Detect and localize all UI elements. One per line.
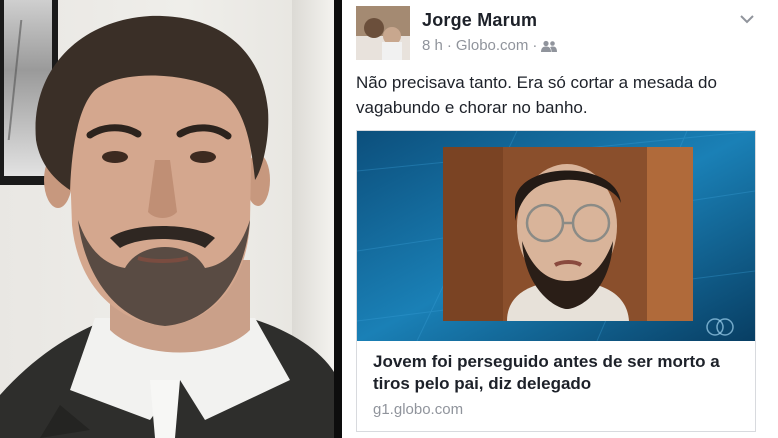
link-preview-image[interactable] (357, 131, 755, 341)
meta-separator: · (446, 37, 452, 54)
chevron-down-icon[interactable] (738, 10, 756, 28)
meta-separator-2: · (532, 37, 538, 54)
left-photo (0, 0, 334, 438)
post-source[interactable]: Globo.com (456, 37, 529, 54)
author-avatar[interactable] (356, 6, 410, 60)
link-title[interactable]: Jovem foi perseguido antes de ser morto … (373, 351, 743, 395)
author-name[interactable]: Jorge Marum (422, 10, 537, 31)
post-text: Não precisava tanto. Era só cortar a mes… (356, 73, 717, 117)
friends-icon (541, 40, 558, 52)
link-preview-card[interactable]: Jovem foi perseguido antes de ser morto … (356, 130, 756, 432)
post-meta: 8 h · Globo.com · (422, 37, 558, 54)
man-portrait (0, 15, 334, 438)
link-domain: g1.globo.com (373, 401, 464, 418)
news-video-frame (357, 131, 755, 341)
facebook-post: Jorge Marum 8 h · Globo.com · Não precis… (342, 0, 778, 438)
post-time[interactable]: 8 h (422, 37, 443, 54)
